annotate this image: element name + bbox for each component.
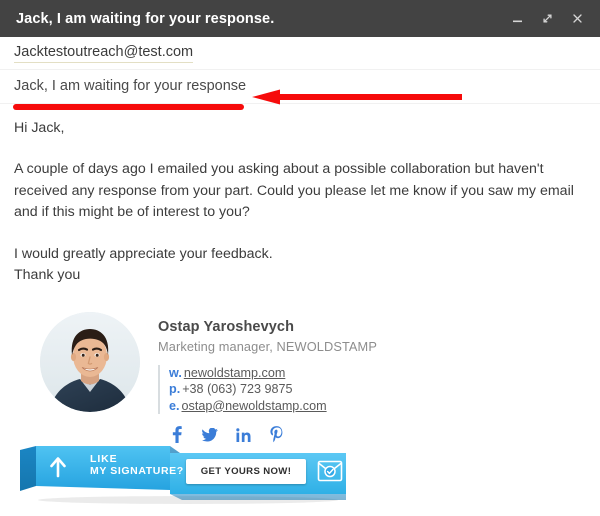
recipient-value[interactable]: Jacktestoutreach@test.com: [14, 44, 194, 63]
window-title: Jack, I am waiting for your response.: [16, 10, 275, 27]
envelope-stamp-button[interactable]: [316, 458, 344, 484]
contact-row-phone: p. +38 (063) 723 9875: [169, 381, 377, 398]
body-paragraph: A couple of days ago I emailed you askin…: [14, 161, 574, 220]
linkedin-icon[interactable]: [235, 426, 251, 443]
signature-name: Ostap Yaroshevych: [158, 318, 295, 335]
promo-banner[interactable]: LIKE MY SIGNATURE? GET YOURS NOW!: [18, 442, 348, 504]
banner-line-1: LIKE: [90, 453, 118, 465]
body-closing-line-1: I would greatly appreciate your feedback…: [14, 245, 273, 262]
signature-contacts: w. newoldstamp.com p. +38 (063) 723 9875 e…: [158, 364, 377, 415]
facebook-icon[interactable]: [169, 426, 185, 443]
recipient-field[interactable]: Jacktestoutreach@test.com: [0, 37, 600, 70]
signature-job-title: Marketing manager, NEWOLDSTAMP: [158, 338, 377, 354]
get-yours-now-label: GET YOURS NOW!: [200, 466, 292, 477]
contact-key-phone: p.: [169, 382, 181, 396]
close-button[interactable]: [564, 6, 590, 32]
get-yours-now-button[interactable]: GET YOURS NOW!: [186, 459, 306, 484]
window-titlebar: Jack, I am waiting for your response.: [0, 0, 600, 37]
twitter-icon[interactable]: [202, 426, 218, 443]
contact-row-email: e. ostap@newoldstamp.com: [169, 398, 377, 415]
body-greeting: Hi Jack,: [14, 120, 65, 136]
signature-details: Ostap Yaroshevych Marketing manager, NEW…: [140, 312, 377, 443]
avatar: [40, 311, 140, 412]
email-signature: Ostap Yaroshevych Marketing manager, NEW…: [14, 311, 586, 443]
avatar-photo: [40, 311, 140, 412]
minimize-icon: [512, 20, 522, 23]
minimize-button[interactable]: [504, 6, 530, 32]
body-closing-line-2: Thank you: [14, 266, 81, 283]
banner-line-2: MY SIGNATURE?: [90, 465, 184, 477]
subject-field[interactable]: Jack, I am waiting for your response: [0, 70, 600, 104]
close-icon: [572, 14, 582, 23]
contact-value-email[interactable]: ostap@newoldstamp.com: [182, 399, 327, 413]
contact-value-phone: +38 (063) 723 9875: [182, 382, 293, 396]
maximize-icon: [542, 14, 552, 23]
envelope-stamp-icon: [317, 460, 343, 482]
contact-value-website[interactable]: newoldstamp.com: [184, 366, 286, 380]
contact-key-website: w.: [169, 365, 182, 380]
contact-row-website: w. newoldstamp.com: [169, 365, 377, 382]
pinterest-icon[interactable]: [268, 426, 284, 443]
maximize-button[interactable]: [534, 6, 560, 32]
compose-window: Jack, I am waiting for your response. Ja…: [0, 0, 600, 516]
signature-social-links: [158, 426, 377, 443]
message-body[interactable]: Hi Jack, A couple of days ago I emailed …: [0, 104, 600, 443]
window-controls: [504, 6, 590, 32]
subject-value[interactable]: Jack, I am waiting for your response: [14, 78, 246, 95]
contact-key-email: e.: [169, 398, 180, 413]
